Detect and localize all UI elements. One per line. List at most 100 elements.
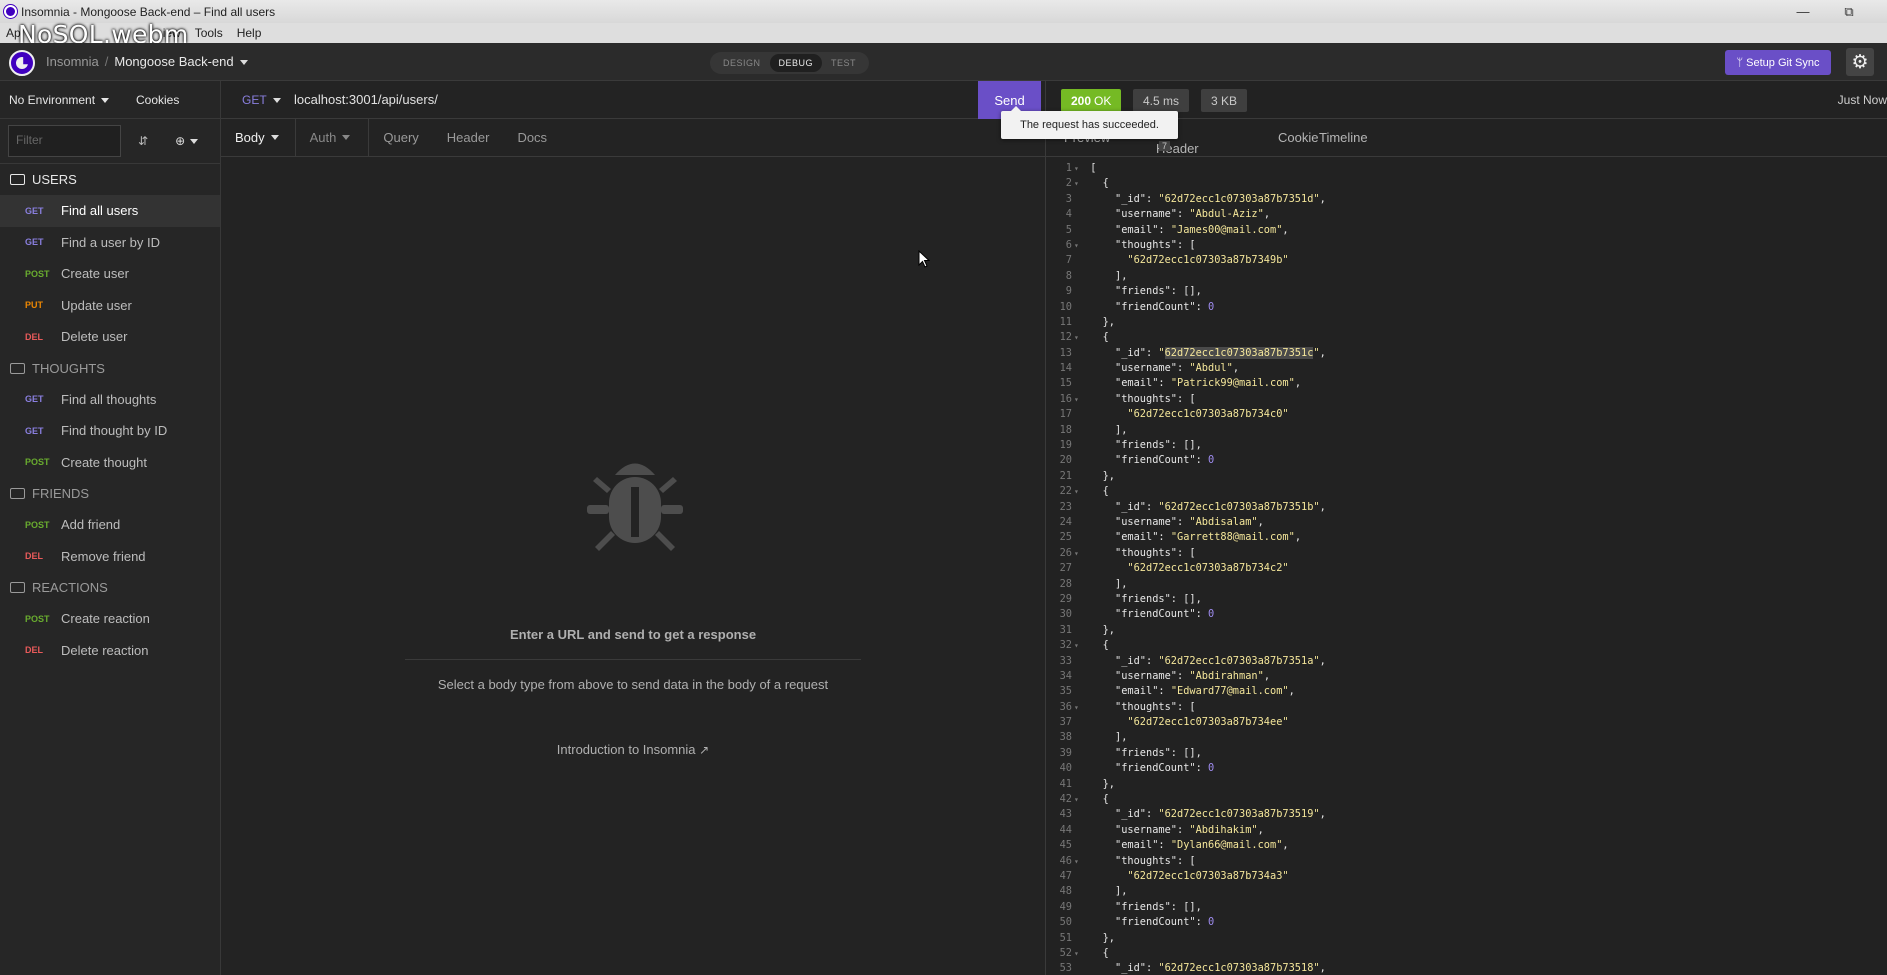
sort-icon[interactable]: ⇵: [138, 134, 148, 148]
code-line: 47 "62d72ecc1c07303a87b734a3": [1046, 869, 1887, 884]
fold-toggle-icon[interactable]: ▾: [1074, 700, 1084, 715]
code-text: {: [1084, 946, 1109, 959]
response-json-viewer[interactable]: 1 ▾ [2 ▾ {3 "_id": "62d72ecc1c07303a87b735…: [1046, 161, 1887, 975]
gear-icon[interactable]: ⚙: [1846, 48, 1874, 76]
line-number: 43: [1059, 808, 1072, 821]
line-number: 4: [1065, 208, 1072, 221]
folder-thoughts[interactable]: THOUGHTS: [0, 353, 220, 384]
fold-toggle-icon: [1074, 207, 1084, 222]
request-name: Delete user: [61, 329, 128, 345]
filter-input[interactable]: Filter: [8, 125, 121, 157]
fold-toggle-icon[interactable]: ▾: [1074, 484, 1084, 499]
tab-timeline[interactable]: Timeline: [1319, 130, 1368, 145]
sidebar-request-item[interactable]: POST Create thought: [0, 447, 220, 479]
minimize-icon[interactable]: —: [1780, 0, 1826, 23]
mode-design[interactable]: DESIGN: [714, 54, 770, 72]
folder-users[interactable]: USERS: [0, 164, 220, 195]
tab-body[interactable]: Body: [221, 118, 296, 157]
sidebar-request-item[interactable]: DEL Delete user: [0, 321, 220, 353]
code-line: 50 "friendCount": 0: [1046, 915, 1887, 930]
tab-query[interactable]: Query: [369, 119, 432, 157]
tab-cookie[interactable]: Cookie: [1278, 130, 1318, 145]
fold-toggle-icon[interactable]: ▾: [1074, 854, 1084, 869]
code-text: "friends": [],: [1115, 439, 1202, 452]
fold-toggle-icon[interactable]: ▾: [1074, 392, 1084, 407]
sidebar-request-item[interactable]: GET Find all thoughts: [0, 384, 220, 416]
environment-dropdown[interactable]: No Environment: [0, 93, 136, 107]
fold-toggle-icon[interactable]: ▾: [1074, 546, 1084, 561]
request-body-pane: Enter a URL and send to get a response S…: [221, 157, 1045, 975]
code-text: "friendCount": 0: [1115, 608, 1215, 621]
sidebar-request-item[interactable]: POST Create reaction: [0, 603, 220, 635]
json-username-value: Abdisalam: [1195, 515, 1252, 528]
json-email-value: Patrick99@mail.com: [1177, 377, 1289, 390]
sidebar-request-item[interactable]: GET Find thought by ID: [0, 415, 220, 447]
chevron-down-icon: [101, 97, 110, 103]
line-number: 12: [1059, 331, 1072, 344]
sidebar-request-item[interactable]: DEL Remove friend: [0, 541, 220, 573]
line-number: 37: [1059, 716, 1072, 729]
restore-icon[interactable]: ⧉: [1826, 0, 1872, 23]
chevron-down-icon: [272, 98, 281, 104]
code-text: "_id": "62d72ecc1c07303a87b7351b",: [1115, 500, 1326, 513]
breadcrumb-project[interactable]: Mongoose Back-end: [114, 54, 233, 69]
breadcrumb-workspace[interactable]: Insomnia: [46, 54, 99, 69]
request-name: Remove friend: [61, 548, 146, 564]
code-line: 46 ▾ "thoughts": [: [1046, 854, 1887, 869]
code-line: 45 "email": "Dylan66@mail.com",: [1046, 838, 1887, 853]
code-line: 51 },: [1046, 931, 1887, 946]
fold-toggle-icon: [1074, 407, 1084, 422]
menu-help[interactable]: Help: [237, 26, 262, 40]
request-name: Find thought by ID: [61, 423, 168, 439]
code-line: 52 ▾ {: [1046, 946, 1887, 961]
json-username-value: Abdul-Aziz: [1195, 208, 1258, 221]
status-text: OK: [1094, 93, 1112, 108]
code-text: "thoughts": [: [1115, 854, 1196, 867]
line-number: 38: [1059, 731, 1072, 744]
request-name: Create user: [61, 266, 129, 282]
fold-toggle-icon[interactable]: ▾: [1074, 176, 1084, 191]
tab-auth[interactable]: Auth: [296, 118, 370, 157]
insomnia-logo-icon[interactable]: [9, 50, 35, 76]
line-number: 10: [1059, 300, 1072, 313]
line-number: 45: [1059, 839, 1072, 852]
mode-test[interactable]: TEST: [822, 54, 865, 72]
request-name: Create reaction: [61, 611, 150, 627]
sidebar-request-item[interactable]: POST Add friend: [0, 509, 220, 541]
sidebar-request-item[interactable]: GET Find a user by ID: [0, 227, 220, 259]
sidebar-request-item[interactable]: POST Create user: [0, 258, 220, 290]
add-request-icon[interactable]: ⊕: [175, 134, 199, 148]
json-email-value: Dylan66@mail.com: [1177, 839, 1277, 852]
setup-git-sync-button[interactable]: ᛘ Setup Git Sync: [1725, 50, 1831, 75]
folder-reactions[interactable]: REACTIONS: [0, 572, 220, 603]
tab-header[interactable]: Header: [433, 119, 504, 157]
fold-toggle-icon[interactable]: ▾: [1074, 161, 1084, 176]
fold-toggle-icon: [1074, 515, 1084, 530]
cookies-button[interactable]: Cookies: [136, 93, 179, 107]
mode-debug[interactable]: DEBUG: [769, 54, 823, 72]
fold-toggle-icon[interactable]: ▾: [1074, 238, 1084, 253]
fold-toggle-icon[interactable]: ▾: [1074, 330, 1084, 345]
menu-tools[interactable]: Tools: [195, 26, 223, 40]
folder-friends[interactable]: FRIENDS: [0, 478, 220, 509]
fold-toggle-icon[interactable]: ▾: [1074, 638, 1084, 653]
method-dropdown[interactable]: GET: [242, 93, 281, 107]
chevron-down-icon[interactable]: [239, 60, 248, 66]
url-input[interactable]: localhost:3001/api/users/: [294, 92, 438, 107]
sidebar-request-item[interactable]: PUT Update user: [0, 290, 220, 322]
line-number: 22: [1059, 485, 1072, 498]
timestamp-dropdown[interactable]: Just Now: [1838, 93, 1887, 107]
code-line: 18 ],: [1046, 423, 1887, 438]
line-number: 36: [1059, 700, 1072, 713]
code-text: "friendCount": 0: [1115, 454, 1215, 467]
intro-link[interactable]: Introduction to Insomnia ↗: [221, 742, 1045, 757]
line-number: 44: [1059, 823, 1072, 836]
code-line: 44 "username": "Abdihakim",: [1046, 823, 1887, 838]
folder-icon: [10, 362, 25, 374]
fold-toggle-icon: [1074, 823, 1084, 838]
sidebar-request-item[interactable]: GET Find all users: [0, 195, 220, 227]
fold-toggle-icon[interactable]: ▾: [1074, 946, 1084, 961]
tab-docs[interactable]: Docs: [503, 119, 561, 157]
fold-toggle-icon[interactable]: ▾: [1074, 792, 1084, 807]
sidebar-request-item[interactable]: DEL Delete reaction: [0, 635, 220, 667]
